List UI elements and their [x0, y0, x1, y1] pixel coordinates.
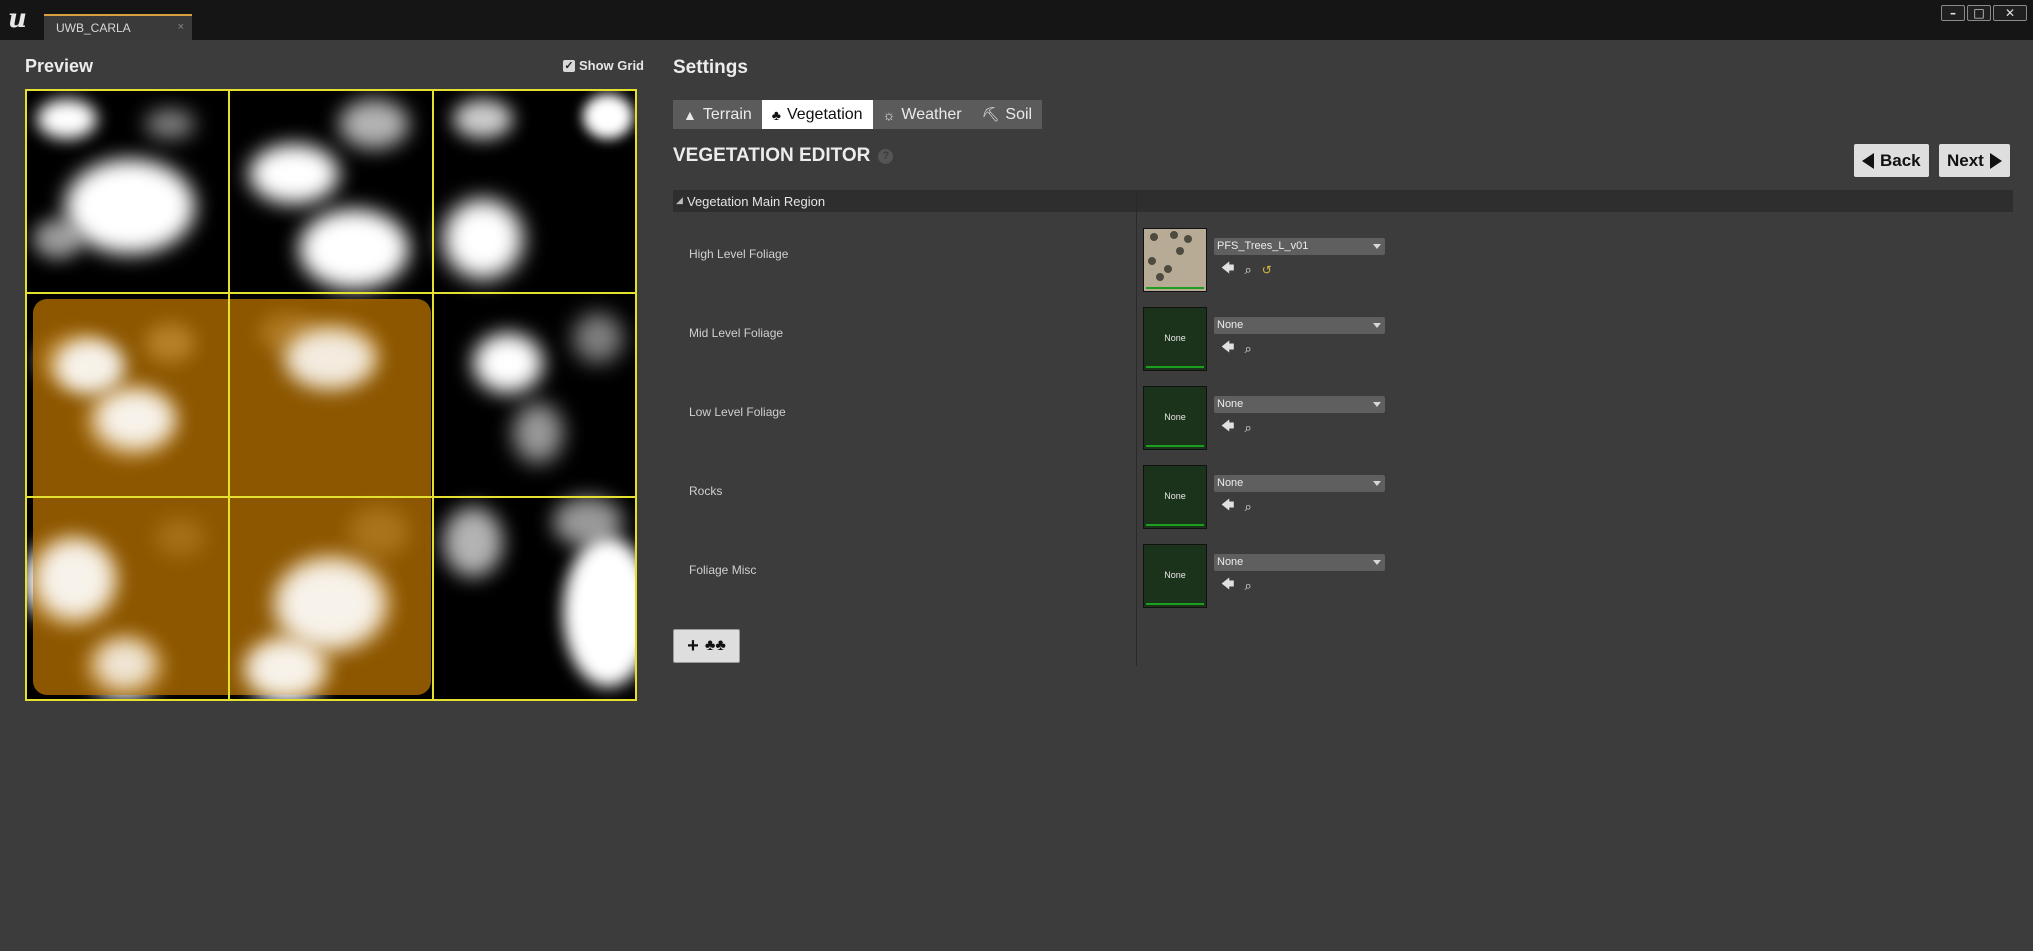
collapse-arrow-icon[interactable]: ◢ [676, 195, 683, 206]
trees-icon: ♣ [771, 106, 781, 123]
add-vegetation-button[interactable]: + ♣♣ [673, 629, 740, 663]
dropdown-arrow-icon [1373, 402, 1381, 407]
show-grid-label: Show Grid [579, 58, 644, 73]
asset-thumbnail[interactable]: None [1143, 307, 1207, 371]
asset-combo-value: None [1217, 556, 1244, 568]
soil-icon: ⛏ [981, 106, 1000, 122]
next-label: Next [1947, 150, 1984, 170]
property-row-high-foliage: High Level Foliage PFS_Trees_L_v01 🡄 ⌕ ↺ [673, 226, 2013, 292]
property-row-low-foliage: Low Level Foliage None None 🡄 ⌕ [673, 384, 2013, 450]
reset-to-default-icon[interactable]: ↺ [1262, 263, 1272, 277]
asset-actions: 🡄 ⌕ ↺ [1221, 259, 1272, 281]
tab-soil[interactable]: ⛏ Soil [971, 100, 1043, 129]
thumbnail-text: None [1164, 412, 1186, 422]
close-window-button[interactable]: ✕ [1993, 5, 2027, 21]
plus-icon: + [687, 634, 699, 657]
property-row-mid-foliage: Mid Level Foliage None None 🡄 ⌕ [673, 305, 2013, 371]
browse-search-icon[interactable]: ⌕ [1244, 420, 1251, 436]
thumbnail-bar [1146, 287, 1204, 289]
use-selected-arrow-icon[interactable]: 🡄 [1221, 338, 1234, 360]
property-label: High Level Foliage [689, 247, 789, 261]
help-icon[interactable]: ? [878, 148, 894, 164]
mountain-icon: ▲ [683, 106, 697, 123]
tab-label: Soil [1005, 105, 1033, 123]
property-label: Rocks [689, 484, 723, 498]
asset-thumbnail[interactable]: None [1143, 465, 1207, 529]
thumbnail-bar [1146, 524, 1204, 526]
tab-vegetation[interactable]: ♣ Vegetation [761, 100, 873, 129]
thumbnail-text: None [1164, 333, 1186, 343]
use-selected-arrow-icon[interactable]: 🡄 [1221, 417, 1234, 439]
asset-thumbnail[interactable]: None [1143, 386, 1207, 450]
arrow-left-icon [1862, 152, 1874, 169]
editor-title-text: VEGETATION EDITOR [673, 145, 871, 166]
unreal-logo-icon: u [8, 4, 27, 34]
thumbnail-bar [1146, 603, 1204, 605]
asset-combo[interactable]: None [1214, 554, 1385, 571]
tab-weather[interactable]: ☼ Weather [872, 100, 972, 129]
settings-title: Settings [673, 57, 748, 78]
property-label: Foliage Misc [689, 563, 757, 577]
thumbnail-bar [1146, 445, 1204, 447]
arrow-right-icon [1989, 152, 2002, 169]
minimize-button[interactable]: – [1941, 5, 1965, 21]
thumbnail-bar [1146, 366, 1204, 368]
property-row-foliage-misc: Foliage Misc None None 🡄 ⌕ [673, 542, 2013, 608]
trees-icon: ♣♣ [704, 637, 726, 654]
dropdown-arrow-icon [1373, 560, 1381, 565]
document-tab[interactable]: UWB_CARLA × [44, 14, 192, 40]
thumbnail-text: None [1164, 570, 1186, 580]
asset-actions: 🡄 ⌕ [1221, 496, 1252, 518]
browse-search-icon[interactable]: ⌕ [1244, 262, 1251, 278]
tab-label: Weather [901, 105, 962, 123]
thumbnail-text: None [1164, 491, 1186, 501]
next-button[interactable]: Next [1939, 144, 2010, 177]
asset-actions: 🡄 ⌕ [1221, 417, 1252, 439]
preview-border [25, 89, 637, 701]
close-tab-icon[interactable]: × [178, 21, 184, 33]
asset-combo-value: None [1217, 398, 1244, 410]
asset-combo[interactable]: None [1214, 317, 1385, 334]
asset-combo-value: PFS_Trees_L_v01 [1217, 240, 1309, 252]
settings-tabbar: ▲ Terrain ♣ Vegetation ☼ Weather ⛏ Soil [673, 100, 1043, 129]
asset-combo-value: None [1217, 477, 1244, 489]
use-selected-arrow-icon[interactable]: 🡄 [1221, 496, 1234, 518]
property-label: Low Level Foliage [689, 405, 786, 419]
use-selected-arrow-icon[interactable]: 🡄 [1221, 575, 1234, 597]
tile-preview[interactable] [25, 89, 637, 701]
dropdown-arrow-icon [1373, 323, 1381, 328]
tab-terrain[interactable]: ▲ Terrain [673, 100, 762, 129]
browse-search-icon[interactable]: ⌕ [1244, 341, 1251, 357]
vegetation-region-header[interactable]: ◢ Vegetation Main Region [673, 190, 2013, 212]
show-grid-toggle[interactable]: ✓ Show Grid [563, 58, 644, 73]
dropdown-arrow-icon [1373, 244, 1381, 249]
title-bar: u UWB_CARLA × – □ ✕ [0, 0, 2033, 40]
tab-label: Vegetation [786, 105, 863, 123]
asset-combo-value: None [1217, 319, 1244, 331]
tab-label: Terrain [702, 105, 752, 123]
asset-combo[interactable]: None [1214, 396, 1385, 413]
back-label: Back [1880, 150, 1921, 170]
property-label: Mid Level Foliage [689, 326, 784, 340]
asset-actions: 🡄 ⌕ [1221, 575, 1252, 597]
asset-actions: 🡄 ⌕ [1221, 338, 1252, 360]
dropdown-arrow-icon [1373, 481, 1381, 486]
document-tab-label: UWB_CARLA [56, 21, 131, 35]
show-grid-checkbox[interactable]: ✓ [563, 59, 575, 72]
asset-thumbnail[interactable]: None [1143, 544, 1207, 608]
weather-icon: ☼ [882, 106, 896, 123]
property-row-rocks: Rocks None None 🡄 ⌕ [673, 463, 2013, 529]
asset-combo[interactable]: None [1214, 475, 1385, 492]
use-selected-arrow-icon[interactable]: 🡄 [1221, 259, 1234, 281]
main-content: Preview ✓ Show Grid Settings ▲ Terrain ♣… [0, 40, 2033, 951]
maximize-button[interactable]: □ [1967, 5, 1991, 21]
region-title: Vegetation Main Region [687, 194, 826, 209]
back-button[interactable]: Back [1854, 144, 1929, 177]
browse-search-icon[interactable]: ⌕ [1244, 578, 1251, 594]
asset-combo[interactable]: PFS_Trees_L_v01 [1214, 238, 1385, 255]
preview-title: Preview [25, 56, 94, 76]
browse-search-icon[interactable]: ⌕ [1244, 499, 1251, 515]
editor-title: VEGETATION EDITOR ? [673, 145, 894, 167]
asset-thumbnail[interactable] [1143, 228, 1207, 292]
